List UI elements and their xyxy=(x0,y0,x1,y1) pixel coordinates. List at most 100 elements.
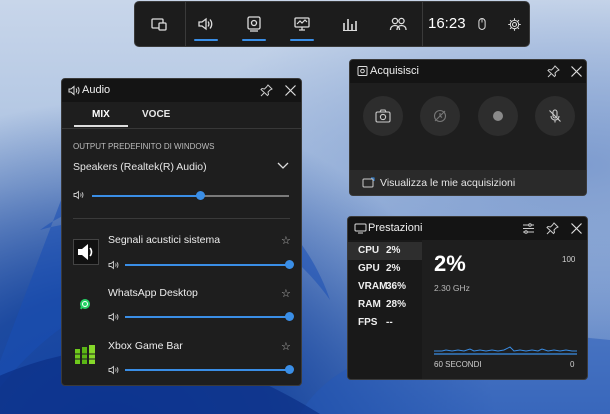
audio-tabs: MIX VOCE xyxy=(62,102,301,129)
metric-cpu[interactable]: CPU 2% xyxy=(348,242,422,260)
graph-time-window: 60 SECONDI xyxy=(434,360,482,369)
metric-key: GPU xyxy=(358,263,380,274)
performance-panel: Prestazioni CPU 2% GPU 2% VRAM 36% RAM 28% F… xyxy=(347,216,588,380)
metric-gpu[interactable]: GPU 2% xyxy=(348,260,422,278)
output-section-label: OUTPUT PREDEFINITO DI WINDOWS xyxy=(73,142,215,151)
mic-off-icon xyxy=(549,109,561,123)
metric-vram[interactable]: VRAM 36% xyxy=(348,278,422,296)
capture-titlebar[interactable]: Acquisisci xyxy=(350,60,586,83)
view-captures-label: Visualizza le mie acquisizioni xyxy=(380,177,516,189)
view-captures-link[interactable]: Visualizza le mie acquisizioni xyxy=(350,170,586,195)
slider-knob[interactable] xyxy=(196,191,205,200)
microphone-toggle-button[interactable] xyxy=(535,96,575,136)
cpu-usage-graph xyxy=(434,346,577,355)
active-indicator xyxy=(290,39,314,41)
xbox-game-bar-icon xyxy=(73,343,97,367)
volume-icon[interactable] xyxy=(108,312,120,322)
speaker-icon xyxy=(68,85,80,96)
favorite-star-icon[interactable]: ☆ xyxy=(281,287,291,300)
record-last-icon xyxy=(433,109,447,123)
pin-icon[interactable] xyxy=(545,221,560,236)
capture-widget-button[interactable] xyxy=(232,2,276,46)
whatsapp-icon xyxy=(77,296,93,312)
slider-knob[interactable] xyxy=(285,312,294,321)
graph-axis-max: 100 xyxy=(562,255,576,264)
tab-mix[interactable]: MIX xyxy=(92,109,110,120)
monitor-icon xyxy=(354,223,367,234)
metric-value: 28% xyxy=(386,299,407,310)
metric-ram[interactable]: RAM 28% xyxy=(348,296,422,314)
favorite-star-icon[interactable]: ☆ xyxy=(281,340,291,353)
volume-icon[interactable] xyxy=(73,190,85,200)
close-icon[interactable] xyxy=(569,221,584,236)
cpu-frequency: 2.30 GHz xyxy=(434,283,470,293)
record-icon xyxy=(493,111,503,121)
slider-fill xyxy=(125,264,289,266)
section-divider xyxy=(73,218,290,219)
slider-fill xyxy=(125,369,289,371)
game-bar-toolbar: 16:23 xyxy=(134,1,530,47)
active-indicator xyxy=(242,39,266,41)
close-icon[interactable] xyxy=(283,83,298,98)
pin-icon[interactable] xyxy=(259,83,274,98)
record-last-button[interactable] xyxy=(420,96,460,136)
audio-titlebar[interactable]: Audio xyxy=(62,79,301,102)
selected-metric-value: 2% xyxy=(434,251,466,276)
output-device-select[interactable]: Speakers (Realtek(R) Audio) xyxy=(73,161,207,173)
master-volume-slider[interactable] xyxy=(92,191,289,200)
app-volume-slider[interactable] xyxy=(125,365,294,374)
audio-panel: Audio MIX VOCE OUTPUT PREDEFINITO DI WIN… xyxy=(61,78,302,386)
volume-icon[interactable] xyxy=(108,260,120,270)
metric-value: 2% xyxy=(386,263,401,274)
capture-panel: Acquisisci Visualizza le mie acquisizion… xyxy=(349,59,587,196)
gallery-icon xyxy=(362,177,375,188)
social-widget-button[interactable] xyxy=(376,2,420,46)
performance-widget-button[interactable] xyxy=(280,2,324,46)
app-name: WhatsApp Desktop xyxy=(108,287,198,299)
active-indicator xyxy=(194,39,218,41)
settings-button[interactable] xyxy=(501,2,527,46)
mouse-icon xyxy=(478,18,486,30)
toolbar-separator xyxy=(422,2,423,46)
metric-key: CPU xyxy=(358,245,380,256)
capture-icon xyxy=(357,66,368,76)
performance-titlebar[interactable]: Prestazioni xyxy=(348,217,587,240)
volume-icon[interactable] xyxy=(108,365,120,375)
audio-widget-button[interactable] xyxy=(184,2,228,46)
slider-fill xyxy=(92,195,200,197)
app-volume-slider[interactable] xyxy=(125,260,294,269)
graph-axis-min: 0 xyxy=(570,360,575,369)
app-name: Xbox Game Bar xyxy=(108,340,183,352)
slider-knob[interactable] xyxy=(285,365,294,374)
metrics-list: CPU 2% GPU 2% VRAM 36% RAM 28% FPS -- xyxy=(348,240,422,379)
tab-voce[interactable]: VOCE xyxy=(142,109,170,120)
widget-menu-button[interactable] xyxy=(137,2,181,46)
metric-fps[interactable]: FPS -- xyxy=(348,314,422,332)
metric-value: -- xyxy=(386,317,393,328)
people-icon xyxy=(389,17,407,31)
slider-fill xyxy=(125,316,289,318)
metric-value: 36% xyxy=(386,281,407,292)
app-volume-slider[interactable] xyxy=(125,312,294,321)
pin-icon[interactable] xyxy=(546,64,561,79)
resources-widget-button[interactable] xyxy=(328,2,372,46)
screenshot-icon xyxy=(375,109,391,123)
monitor-icon xyxy=(294,17,310,31)
close-icon[interactable] xyxy=(569,64,584,79)
audio-title: Audio xyxy=(82,84,111,96)
mouse-button[interactable] xyxy=(469,2,495,46)
metric-key: RAM xyxy=(358,299,381,310)
screenshot-button[interactable] xyxy=(363,96,403,136)
performance-options-icon[interactable] xyxy=(521,221,536,236)
active-tab-underline xyxy=(74,125,128,127)
record-button[interactable] xyxy=(478,96,518,136)
chevron-down-icon[interactable] xyxy=(277,162,289,170)
slider-knob[interactable] xyxy=(285,260,294,269)
capture-icon xyxy=(247,16,261,32)
speaker-app-icon xyxy=(73,239,99,265)
bar-chart-icon xyxy=(343,19,357,31)
favorite-star-icon[interactable]: ☆ xyxy=(281,234,291,247)
settings-icon xyxy=(507,17,521,31)
metric-key: VRAM xyxy=(358,281,388,292)
clock: 16:23 xyxy=(428,15,466,32)
